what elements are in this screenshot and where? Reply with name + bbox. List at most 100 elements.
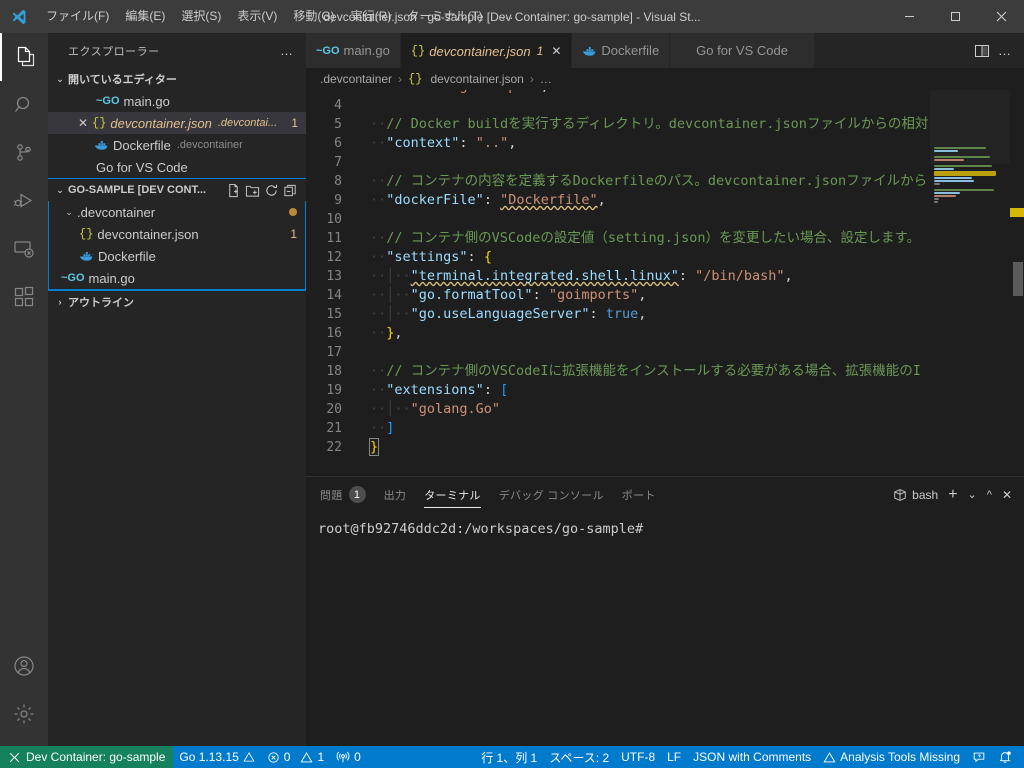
tab-devcontainer-json[interactable]: {} devcontainer.json 1 ✕ — [400, 33, 573, 68]
activity-run-debug-icon[interactable] — [0, 177, 48, 225]
menu-view[interactable]: 表示(V) — [229, 0, 285, 33]
editor-more-actions-icon[interactable]: … — [998, 43, 1012, 58]
close-panel-icon[interactable]: ✕ — [1002, 488, 1012, 502]
code-line[interactable]: 4 — [306, 96, 1024, 115]
status-encoding[interactable]: UTF-8 — [615, 746, 661, 768]
menu-terminal[interactable]: ターミナル(T) — [399, 0, 490, 33]
code-line[interactable]: 5 ··// Docker buildを実行するディレクトリ。devcontain… — [306, 115, 1024, 134]
breadcrumb-symbol[interactable]: … — [540, 72, 552, 86]
terminal-shell-selector[interactable]: bash — [893, 488, 938, 502]
code-line[interactable]: 19 ··"extensions": [ — [306, 381, 1024, 400]
close-button[interactable] — [978, 0, 1024, 33]
tab-dockerfile[interactable]: Dockerfile — [572, 33, 671, 68]
code-token: { — [483, 249, 492, 265]
activity-account-icon[interactable] — [0, 642, 48, 690]
tree-item-devcontainer-folder[interactable]: ⌄ .devcontainer — [49, 201, 305, 223]
status-cursor-position[interactable]: 行 1、列 1 — [475, 746, 543, 768]
overview-ruler[interactable] — [1010, 90, 1024, 476]
status-eol[interactable]: LF — [661, 746, 687, 768]
code-token: ·· — [370, 420, 387, 436]
close-icon[interactable]: ✕ — [74, 116, 92, 130]
status-ports[interactable]: 0 — [330, 746, 367, 768]
status-indentation[interactable]: スペース: 2 — [543, 746, 615, 768]
code-line[interactable]: 20 ··│··"golang.Go" — [306, 400, 1024, 419]
code-line[interactable]: 12 ··"settings": { — [306, 248, 1024, 267]
open-editor-devcontainer-json[interactable]: ✕ {} devcontainer.json .devcontai... 1 — [48, 112, 306, 134]
status-problems[interactable]: 0 1 — [261, 746, 330, 768]
chevron-right-icon: › — [398, 72, 403, 86]
code-line[interactable]: 9 ··"dockerFile": "Dockerfile", — [306, 191, 1024, 210]
code-editor[interactable]: 3 "name": "go-sample",45··// Docker buil… — [306, 90, 1024, 476]
activity-remote-explorer-icon[interactable] — [0, 225, 48, 273]
new-file-icon[interactable] — [226, 183, 241, 198]
code-line[interactable]: 18 ··// コンテナ側のVSCodeIに拡張機能をインストールする必要がある場… — [306, 362, 1024, 381]
refresh-icon[interactable] — [264, 183, 279, 198]
terminal-dropdown-icon[interactable]: ⌄ — [968, 488, 977, 501]
docker-icon — [94, 139, 109, 151]
code-line[interactable]: 11 ··// コンテナ側のVSCodeの設定値（setting.json）を変更… — [306, 229, 1024, 248]
breadcrumb-folder[interactable]: .devcontainer — [320, 72, 392, 86]
code-line[interactable]: 14 ··│··"go.formatTool": "goimports", — [306, 286, 1024, 305]
maximize-button[interactable] — [932, 0, 978, 33]
open-editor-main-go[interactable]: ~GO main.go — [48, 90, 306, 112]
code-line[interactable]: 13 ··│··"terminal.integrated.shell.linux"… — [306, 267, 1024, 286]
sidebar-more-actions-icon[interactable]: … — [280, 43, 294, 58]
breadcrumb-file[interactable]: devcontainer.json — [430, 72, 523, 86]
status-notifications[interactable] — [992, 746, 1024, 768]
minimize-button[interactable] — [886, 0, 932, 33]
code-line[interactable]: 10 — [306, 210, 1024, 229]
activity-settings-gear-icon[interactable] — [0, 690, 48, 738]
code-lines[interactable]: 3 "name": "go-sample",45··// Docker buil… — [306, 90, 1024, 457]
tab-go-for-vscode[interactable]: Go for VS Code — [670, 33, 815, 68]
code-line[interactable]: 7 — [306, 153, 1024, 172]
code-line[interactable]: 16 ··}, — [306, 324, 1024, 343]
open-editor-dockerfile[interactable]: Dockerfile .devcontainer — [48, 134, 306, 156]
code-line[interactable]: 17 — [306, 343, 1024, 362]
tab-main-go[interactable]: ~GO main.go — [306, 33, 401, 68]
window-controls — [886, 0, 1024, 33]
tree-item-dockerfile[interactable]: Dockerfile — [49, 245, 305, 267]
code-token: , — [784, 268, 793, 284]
tab-close-icon[interactable]: ✕ — [551, 44, 561, 58]
new-terminal-icon[interactable]: + — [948, 486, 957, 502]
menu-bar[interactable]: ファイル(F) 編集(E) 選択(S) 表示(V) 移動(G) 実行(R) ター… — [38, 0, 524, 33]
section-outline[interactable]: › アウトライン — [48, 290, 306, 312]
terminal-output[interactable]: root@fb92746ddc2d:/workspaces/go-sample# — [306, 512, 1024, 746]
status-feedback[interactable] — [966, 746, 992, 768]
panel-tab-terminal[interactable]: ターミナル — [424, 477, 481, 512]
tree-item-devcontainer-json[interactable]: {} devcontainer.json 1 — [49, 223, 305, 245]
panel-tab-ports[interactable]: ポート — [622, 477, 656, 512]
maximize-panel-icon[interactable]: ^ — [987, 489, 992, 501]
menu-overflow-icon[interactable]: … — [491, 0, 524, 33]
code-token: ·· — [370, 116, 387, 132]
new-folder-icon[interactable] — [245, 183, 260, 198]
section-open-editors[interactable]: ⌄ 開いているエディター — [48, 68, 306, 90]
menu-run[interactable]: 実行(R) — [343, 0, 400, 33]
collapse-all-icon[interactable] — [283, 183, 298, 198]
panel-tab-problems[interactable]: 問題 1 — [320, 477, 366, 512]
status-remote-indicator[interactable]: Dev Container: go-sample — [0, 746, 174, 768]
code-line[interactable]: 21 ··] — [306, 419, 1024, 438]
status-analysis-tools[interactable]: Analysis Tools Missing — [817, 746, 966, 768]
activity-search-icon[interactable] — [0, 81, 48, 129]
open-editor-go-for-vscode[interactable]: Go for VS Code — [48, 156, 306, 178]
code-line[interactable]: 8 ··// コンテナの内容を定義するDockerfileのパス。devconta… — [306, 172, 1024, 191]
code-line[interactable]: 22} — [306, 438, 1024, 457]
code-line[interactable]: 6 ··"context": "..", — [306, 134, 1024, 153]
activity-source-control-icon[interactable] — [0, 129, 48, 177]
menu-selection[interactable]: 選択(S) — [173, 0, 229, 33]
tree-item-main-go[interactable]: ~GO main.go — [49, 267, 305, 289]
status-go-version[interactable]: Go 1.13.15 — [173, 746, 260, 768]
activity-explorer-icon[interactable] — [0, 33, 48, 81]
activity-extensions-icon[interactable] — [0, 273, 48, 321]
menu-file[interactable]: ファイル(F) — [38, 0, 117, 33]
section-folder-header[interactable]: ⌄ GO-SAMPLE [DEV CONT... — [48, 179, 306, 201]
panel-tab-debug-console[interactable]: デバッグ コンソール — [499, 477, 604, 512]
panel-tab-output[interactable]: 出力 — [384, 477, 407, 512]
menu-go[interactable]: 移動(G) — [285, 0, 342, 33]
status-language-mode[interactable]: JSON with Comments — [687, 746, 817, 768]
code-line[interactable]: 15 ··│··"go.useLanguageServer": true, — [306, 305, 1024, 324]
menu-edit[interactable]: 編集(E) — [117, 0, 173, 33]
editor-scrollbar[interactable] — [1013, 262, 1023, 296]
split-editor-icon[interactable] — [974, 43, 990, 59]
